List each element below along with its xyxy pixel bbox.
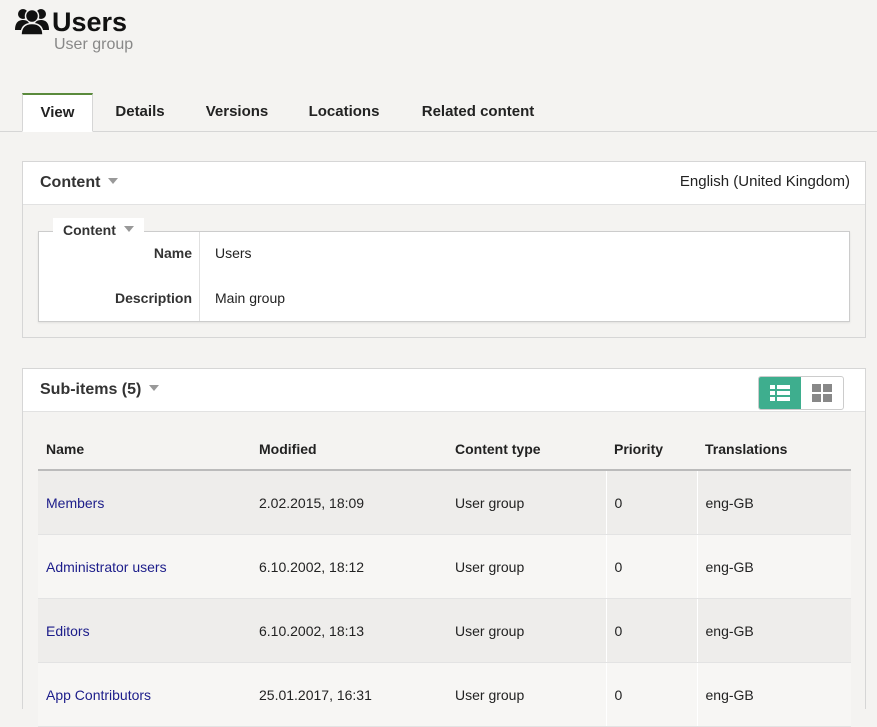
cell-priority[interactable]: 0 bbox=[605, 470, 697, 535]
cell-translations: eng-GB bbox=[696, 598, 851, 663]
cell-modified: 25.01.2017, 16:31 bbox=[251, 662, 447, 727]
field-label-name: Name bbox=[153, 245, 192, 261]
chevron-down-icon bbox=[108, 177, 119, 184]
cell-content-type: User group bbox=[447, 470, 606, 535]
cell-priority[interactable]: 0 bbox=[605, 662, 697, 727]
column-header-translations[interactable]: Translations bbox=[697, 429, 851, 471]
field-row-name: Name Users bbox=[39, 232, 849, 276]
users-icon bbox=[14, 6, 50, 36]
content-panel-title-text: Content bbox=[40, 174, 101, 191]
cell-modified: 2.02.2015, 18:09 bbox=[251, 470, 447, 535]
cell-modified: 6.10.2002, 18:13 bbox=[251, 598, 447, 663]
content-fieldset: Content Name Users Description Main grou… bbox=[38, 218, 850, 322]
column-header-content-type[interactable]: Content type bbox=[447, 429, 606, 471]
cell-translations: eng-GB bbox=[696, 470, 851, 535]
subitems-panel-header[interactable]: Sub-items (5) bbox=[23, 369, 865, 412]
list-view-icon bbox=[770, 385, 790, 401]
list-view-button[interactable] bbox=[759, 377, 801, 409]
cell-content-type: User group bbox=[447, 598, 606, 663]
grid-view-button[interactable] bbox=[801, 377, 843, 409]
tab-locations[interactable]: Locations bbox=[298, 93, 390, 130]
cell-modified: 6.10.2002, 18:12 bbox=[251, 534, 447, 599]
tab-bar: View Details Versions Locations Related … bbox=[0, 93, 877, 132]
cell-name: Members bbox=[38, 470, 251, 535]
column-header-priority[interactable]: Priority bbox=[606, 429, 697, 471]
cell-name: Editors bbox=[38, 598, 251, 663]
field-row-description: Description Main group bbox=[39, 276, 849, 320]
content-panel: Content English (United Kingdom) Content… bbox=[22, 161, 866, 338]
subitems-panel: Sub-items (5) Name Modified Content type… bbox=[22, 368, 866, 727]
content-panel-title[interactable]: Content bbox=[40, 174, 119, 192]
item-link[interactable]: Members bbox=[46, 495, 104, 511]
cell-priority[interactable]: 0 bbox=[605, 534, 697, 599]
cell-priority[interactable]: 0 bbox=[605, 598, 697, 663]
table-row: Members 2.02.2015, 18:09 User group 0 en… bbox=[38, 470, 851, 535]
content-panel-header[interactable]: Content English (United Kingdom) bbox=[23, 162, 865, 205]
page-title: Users bbox=[52, 7, 128, 37]
table-row: App Contributors 25.01.2017, 16:31 User … bbox=[38, 662, 851, 727]
table-header-row: Name Modified Content type Priority Tran… bbox=[38, 429, 851, 471]
cell-translations: eng-GB bbox=[696, 662, 851, 727]
grid-view-icon bbox=[812, 384, 832, 402]
field-label-description: Description bbox=[114, 290, 192, 306]
tab-related-content[interactable]: Related content bbox=[410, 93, 546, 130]
chevron-down-icon bbox=[149, 384, 160, 391]
subitems-panel-title-text: Sub-items (5) bbox=[40, 381, 142, 398]
item-link[interactable]: Editors bbox=[46, 623, 90, 639]
language-label: English (United Kingdom) bbox=[679, 173, 850, 190]
cell-content-type: User group bbox=[447, 662, 606, 727]
tab-versions[interactable]: Versions bbox=[196, 93, 278, 130]
item-link[interactable]: Administrator users bbox=[46, 559, 167, 575]
cell-name: App Contributors bbox=[38, 662, 251, 727]
table-row: Administrator users 6.10.2002, 18:12 Use… bbox=[38, 534, 851, 599]
view-toggle bbox=[758, 376, 844, 410]
item-link[interactable]: App Contributors bbox=[46, 687, 151, 703]
subitems-table: Name Modified Content type Priority Tran… bbox=[38, 429, 851, 727]
field-value-description: Main group bbox=[215, 290, 286, 306]
subitems-panel-title[interactable]: Sub-items (5) bbox=[40, 381, 160, 399]
tab-details[interactable]: Details bbox=[104, 93, 176, 130]
cell-name: Administrator users bbox=[38, 534, 251, 599]
page-subtitle: User group bbox=[54, 36, 134, 53]
field-value-name: Users bbox=[215, 245, 252, 261]
column-header-modified[interactable]: Modified bbox=[251, 429, 447, 471]
cell-content-type: User group bbox=[447, 534, 606, 599]
tab-view[interactable]: View bbox=[22, 93, 93, 132]
table-row: Editors 6.10.2002, 18:13 User group 0 en… bbox=[38, 598, 851, 663]
column-header-name[interactable]: Name bbox=[38, 429, 251, 471]
cell-translations: eng-GB bbox=[696, 534, 851, 599]
